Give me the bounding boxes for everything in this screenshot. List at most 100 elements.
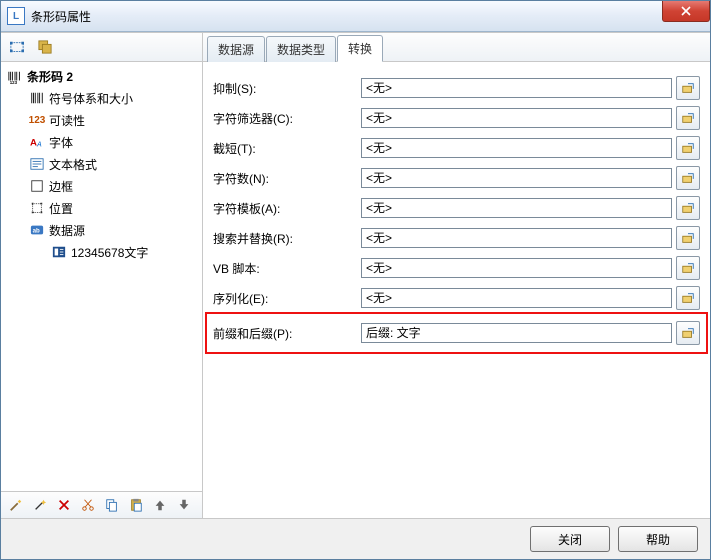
svg-text:A: A — [36, 141, 42, 148]
copy-icon — [105, 498, 119, 512]
dialog-body: 123 条形码 2 符号体系和大小 123 — [1, 32, 710, 518]
svg-text:A: A — [30, 138, 37, 149]
row-vbscript: VB 脚本: — [213, 254, 700, 282]
edit-icon — [681, 81, 695, 95]
left-toolbar-btn-2[interactable] — [33, 35, 57, 59]
label-serialize: 序列化(E): — [213, 290, 361, 307]
cut-icon — [81, 498, 95, 512]
btn-truncate[interactable] — [676, 136, 700, 160]
arrow-down-icon — [177, 498, 191, 512]
input-serialize[interactable] — [361, 288, 672, 308]
textfmt-icon — [29, 156, 45, 172]
btn-vbscript[interactable] — [676, 256, 700, 280]
tree-item-label: 数据源 — [49, 222, 85, 239]
overlap-icon — [38, 40, 52, 54]
label-searchrep: 搜索并替换(R): — [213, 230, 361, 247]
tab-content-transform: 抑制(S): 字符筛选器(C): 截短(T): — [203, 62, 710, 518]
left-toolbar — [1, 33, 202, 62]
close-icon — [681, 6, 691, 16]
row-charfilter: 字符筛选器(C): — [213, 104, 700, 132]
tree: 123 条形码 2 符号体系和大小 123 — [1, 62, 202, 491]
close-button[interactable]: 关闭 — [530, 526, 610, 552]
input-prefixsfx[interactable] — [361, 323, 672, 343]
btn-serialize[interactable] — [676, 286, 700, 310]
label-charcount: 字符数(N): — [213, 170, 361, 187]
tree-item-label: 边框 — [49, 178, 73, 195]
dialog-footer: 关闭 帮助 — [1, 518, 710, 559]
border-icon — [29, 178, 45, 194]
tree-root-label: 条形码 2 — [27, 68, 73, 85]
bt-delete[interactable] — [53, 494, 75, 516]
tab-datasource[interactable]: 数据源 — [207, 36, 265, 62]
selection-icon — [10, 40, 24, 54]
edit-icon — [681, 261, 695, 275]
tree-item-datasource[interactable]: ab 数据源 — [1, 219, 202, 241]
input-vbscript[interactable] — [361, 258, 672, 278]
left-panel: 123 条形码 2 符号体系和大小 123 — [1, 33, 203, 518]
label-vbscript: VB 脚本: — [213, 260, 361, 277]
input-charfilter[interactable] — [361, 108, 672, 128]
datasource-icon: ab — [29, 222, 45, 238]
tree-item-label: 字体 — [49, 134, 73, 151]
btn-chartmpl[interactable] — [676, 196, 700, 220]
tab-datatype[interactable]: 数据类型 — [266, 36, 336, 62]
label-prefixsfx: 前缀和后缀(P): — [213, 325, 361, 342]
bt-down[interactable] — [173, 494, 195, 516]
tabs: 数据源 数据类型 转换 — [203, 33, 710, 62]
sparkle-icon — [33, 498, 47, 512]
btn-charfilter[interactable] — [676, 106, 700, 130]
field-icon — [51, 244, 67, 260]
tree-item-readability[interactable]: 123 可读性 — [1, 109, 202, 131]
tree-root[interactable]: 123 条形码 2 — [1, 66, 202, 87]
tree-item-symbology[interactable]: 符号体系和大小 — [1, 87, 202, 109]
btn-suppress[interactable] — [676, 76, 700, 100]
bt-magic[interactable] — [29, 494, 51, 516]
tree-item-text-format[interactable]: 文本格式 — [1, 153, 202, 175]
input-charcount[interactable] — [361, 168, 672, 188]
input-searchrep[interactable] — [361, 228, 672, 248]
window-close-button[interactable] — [662, 1, 710, 22]
tab-transform[interactable]: 转换 — [337, 35, 383, 62]
bt-cut[interactable] — [77, 494, 99, 516]
input-suppress[interactable] — [361, 78, 672, 98]
edit-icon — [681, 201, 695, 215]
wizard-icon — [9, 498, 23, 512]
btn-prefixsfx[interactable] — [676, 321, 700, 345]
left-toolbar-btn-1[interactable] — [5, 35, 29, 59]
tree-item-label: 文本格式 — [49, 156, 97, 173]
btn-charcount[interactable] — [676, 166, 700, 190]
position-icon — [29, 200, 45, 216]
tree-item-field[interactable]: 12345678文字 — [1, 241, 202, 263]
tree-item-label: 位置 — [49, 200, 73, 217]
svg-text:ab: ab — [33, 228, 40, 235]
btn-searchrep[interactable] — [676, 226, 700, 250]
bt-copy[interactable] — [101, 494, 123, 516]
row-suppress: 抑制(S): — [213, 74, 700, 102]
tree-item-label: 12345678文字 — [71, 244, 148, 261]
titlebar: L 条形码属性 — [1, 1, 710, 32]
tab-label: 转换 — [348, 42, 372, 56]
row-serialize: 序列化(E): — [213, 284, 700, 312]
row-prefix-suffix: 前缀和后缀(P): — [209, 316, 704, 350]
label-charfilter: 字符筛选器(C): — [213, 110, 361, 127]
help-button[interactable]: 帮助 — [618, 526, 698, 552]
num-icon: 123 — [29, 112, 45, 128]
tree-item-label: 可读性 — [49, 112, 85, 129]
tree-item-position[interactable]: 位置 — [1, 197, 202, 219]
arrow-up-icon — [153, 498, 167, 512]
window-title: 条形码属性 — [31, 8, 91, 25]
tree-item-border[interactable]: 边框 — [1, 175, 202, 197]
bt-paste[interactable] — [125, 494, 147, 516]
barcode-root-icon: 123 — [7, 69, 23, 85]
row-searchrep: 搜索并替换(R): — [213, 224, 700, 252]
row-charcount: 字符数(N): — [213, 164, 700, 192]
label-truncate: 截短(T): — [213, 140, 361, 157]
edit-icon — [681, 141, 695, 155]
input-chartmpl[interactable] — [361, 198, 672, 218]
edit-icon — [681, 291, 695, 305]
tree-item-font[interactable]: A A 字体 — [1, 131, 202, 153]
input-truncate[interactable] — [361, 138, 672, 158]
row-truncate: 截短(T): — [213, 134, 700, 162]
bt-up[interactable] — [149, 494, 171, 516]
bt-wizard[interactable] — [5, 494, 27, 516]
